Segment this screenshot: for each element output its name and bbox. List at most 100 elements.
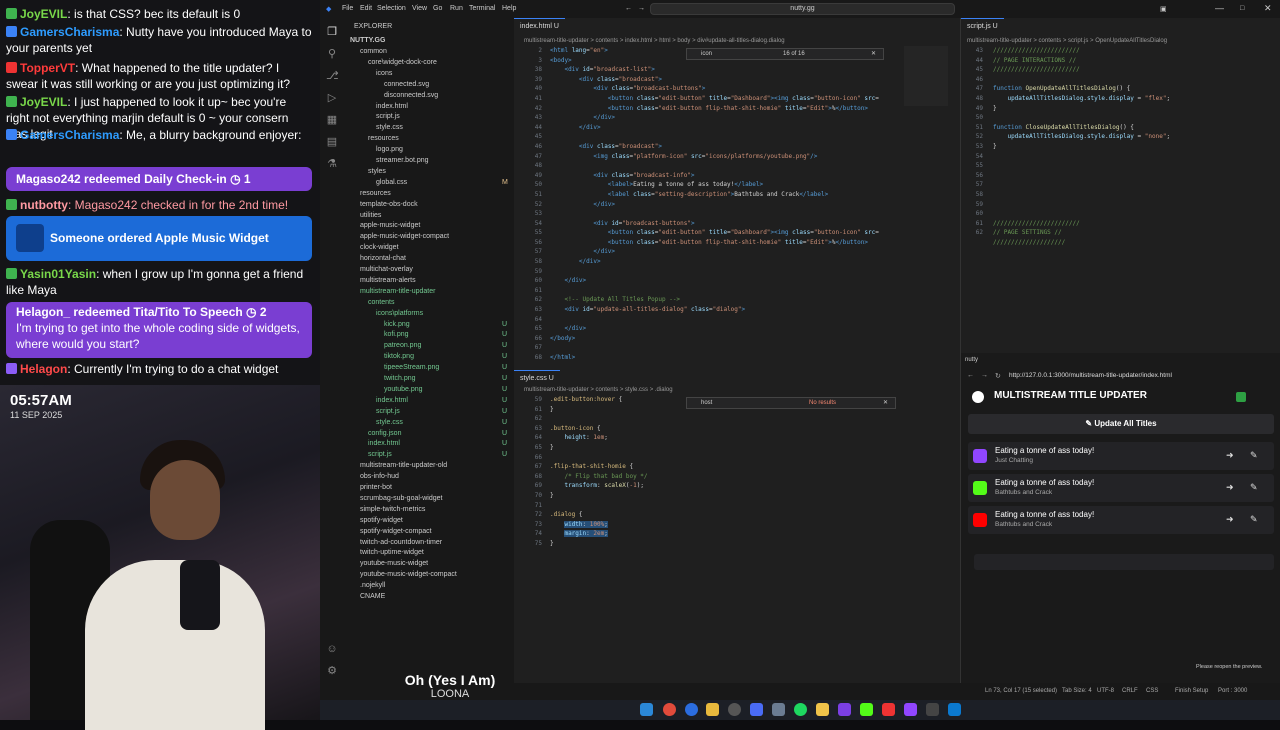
tree-item[interactable]: kick.png	[384, 320, 410, 330]
close-find-icon[interactable]: ✕	[883, 399, 888, 406]
tree-item[interactable]: icons	[376, 69, 392, 79]
tree-item[interactable]: multistream-alerts	[360, 276, 416, 286]
run-debug-icon[interactable]: ▷	[326, 92, 338, 104]
open-dashboard-icon[interactable]: ➜	[1226, 450, 1234, 461]
extensions-icon[interactable]: ▦	[326, 114, 338, 126]
tree-item[interactable]: resources	[360, 189, 391, 199]
tree-item[interactable]: multistream-title-updater	[360, 287, 435, 297]
tree-item[interactable]: style.css	[376, 418, 403, 428]
chrome-icon[interactable]	[663, 703, 676, 716]
tree-item[interactable]: script.js	[376, 407, 400, 417]
menu-selection[interactable]: Selection	[377, 5, 406, 12]
maximize-icon[interactable]: □	[1240, 5, 1244, 12]
vscode-icon[interactable]	[948, 703, 961, 716]
tree-item[interactable]: logo.png	[376, 145, 403, 155]
command-center-search[interactable]: nutty.gg	[650, 3, 955, 15]
update-all-titles-button[interactable]: ✎ Update All Titles	[968, 414, 1274, 434]
app-icon[interactable]	[750, 703, 763, 716]
youtube-icon[interactable]	[882, 703, 895, 716]
open-dashboard-icon[interactable]: ➜	[1226, 482, 1234, 493]
menu-edit[interactable]: Edit	[360, 5, 372, 12]
edge-icon[interactable]	[685, 703, 698, 716]
encoding[interactable]: UTF-8	[1097, 683, 1114, 700]
tree-item[interactable]: youtube-music-widget	[360, 559, 428, 569]
spotify-icon[interactable]	[794, 703, 807, 716]
menu-view[interactable]: View	[412, 5, 427, 12]
remote-icon[interactable]: ▤	[326, 136, 338, 148]
forward-icon[interactable]: →	[638, 5, 645, 12]
gear-icon[interactable]: ⚙	[326, 665, 338, 677]
tree-item[interactable]: index.html	[368, 439, 400, 449]
tree-item[interactable]: tipeeeStream.png	[384, 363, 439, 373]
tree-item[interactable]: multistream-title-updater-old	[360, 461, 447, 471]
tree-item[interactable]: scrumbag-sub-goal-widget	[360, 494, 442, 504]
browser-tab[interactable]: nutty	[965, 357, 978, 363]
tree-item[interactable]: twitch-uptime-widget	[360, 548, 424, 558]
tree-item[interactable]: youtube-music-widget-compact	[360, 570, 457, 580]
app-icon[interactable]	[926, 703, 939, 716]
tree-item[interactable]: kofi.png	[384, 330, 409, 340]
close-icon[interactable]: ✕	[1264, 3, 1272, 14]
tree-item[interactable]: script.js	[368, 450, 392, 460]
app-icon[interactable]	[772, 703, 785, 716]
forward-icon[interactable]: →	[981, 372, 988, 379]
reload-icon[interactable]: ↻	[995, 372, 1001, 380]
menu-terminal[interactable]: Terminal	[469, 5, 495, 12]
minimize-icon[interactable]: —	[1215, 3, 1224, 13]
back-icon[interactable]: ←	[967, 372, 974, 379]
cursor-position[interactable]: Ln 73, Col 17 (15 selected)	[985, 683, 1057, 700]
finish-setup[interactable]: Finish Setup	[1175, 683, 1208, 700]
tree-item[interactable]: apple-music-widget	[360, 221, 420, 231]
kick-icon[interactable]	[860, 703, 873, 716]
css-editor[interactable]: style.css U multistream-title-updater > …	[514, 370, 960, 700]
breadcrumb[interactable]: multistream-title-updater > contents > s…	[524, 387, 673, 393]
tab-style-css[interactable]: style.css U	[514, 370, 560, 386]
tree-item[interactable]: connected.svg	[384, 80, 429, 90]
menu-run[interactable]: Run	[450, 5, 463, 12]
tree-item[interactable]: youtube.png	[384, 385, 423, 395]
edit-pencil-icon[interactable]: ✎	[1250, 514, 1258, 525]
testing-icon[interactable]: ⚗	[326, 158, 338, 170]
open-dashboard-icon[interactable]: ➜	[1226, 514, 1234, 525]
tree-item[interactable]: resources	[368, 134, 399, 144]
files-icon[interactable]: ❐	[326, 26, 338, 38]
tree-item[interactable]: disconnected.svg	[384, 91, 438, 101]
breadcrumb[interactable]: multistream-title-updater > contents > s…	[967, 38, 1167, 44]
css-code[interactable]: .edit-button:hover { } .button-icon { he…	[550, 395, 648, 549]
minimap[interactable]	[904, 46, 948, 106]
tab-index-html[interactable]: index.html U	[514, 18, 565, 34]
windows-start-icon[interactable]	[640, 703, 653, 716]
port-indicator[interactable]: Port : 3000	[1218, 683, 1247, 700]
html-code[interactable]: <html lang="en"> <body> <div id="broadca…	[550, 46, 879, 363]
tree-item[interactable]: multichat-overlay	[360, 265, 413, 275]
menu-help[interactable]: Help	[502, 5, 516, 12]
tree-item[interactable]: spotify-widget-compact	[360, 527, 432, 537]
js-code[interactable]: //////////////////////// // PAGE INTERAC…	[993, 46, 1170, 247]
tree-item[interactable]: simple-twitch-metrics	[360, 505, 425, 515]
breadcrumb[interactable]: multistream-title-updater > contents > i…	[524, 38, 785, 44]
twitch-icon[interactable]	[838, 703, 851, 716]
tab-size[interactable]: Tab Size: 4	[1062, 683, 1092, 700]
js-editor[interactable]: script.js U multistream-title-updater > …	[960, 18, 1280, 353]
account-icon[interactable]: ☺	[326, 643, 338, 655]
tree-item[interactable]: contents	[368, 298, 394, 308]
back-icon[interactable]: ←	[625, 5, 632, 12]
language-mode[interactable]: CSS	[1146, 683, 1158, 700]
tree-item[interactable]: common	[360, 47, 387, 57]
app-icon[interactable]	[728, 703, 741, 716]
tree-item[interactable]: tiktok.png	[384, 352, 414, 362]
edit-pencil-icon[interactable]: ✎	[1250, 482, 1258, 493]
tree-item[interactable]: CNAME	[360, 592, 385, 602]
tree-item[interactable]: .nojekyll	[360, 581, 385, 591]
tree-item[interactable]: icons\platforms	[376, 309, 423, 319]
tree-item[interactable]: global.css	[376, 178, 407, 188]
tree-item[interactable]: config.json	[368, 429, 401, 439]
tree-item[interactable]: printer-bot	[360, 483, 392, 493]
find-input[interactable]: host	[701, 400, 712, 406]
tree-item[interactable]: twitch.png	[384, 374, 416, 384]
tree-item[interactable]: index.html	[376, 396, 408, 406]
tree-item[interactable]: styles	[368, 167, 386, 177]
search-icon[interactable]: ⚲	[326, 48, 338, 60]
tree-item[interactable]: spotify-widget	[360, 516, 403, 526]
tree-item[interactable]: horizontal-chat	[360, 254, 406, 264]
